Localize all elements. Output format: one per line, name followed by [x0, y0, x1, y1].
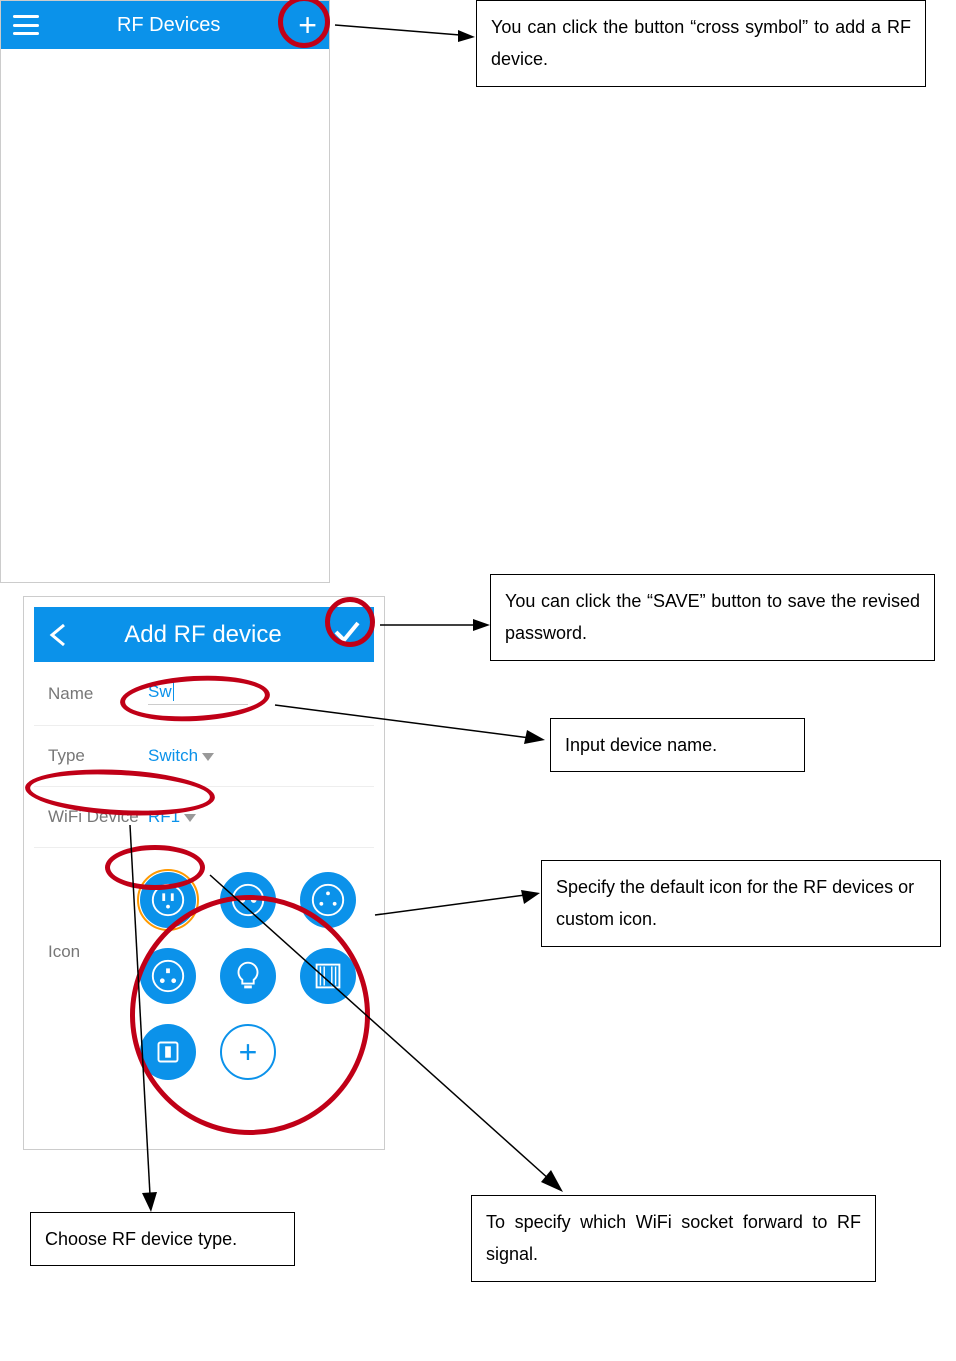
label-type: Type [48, 746, 148, 766]
callout-add-button: You can click the button “cross symbol” … [476, 0, 926, 87]
arrow [375, 615, 495, 635]
callout-name-input: Input device name. [550, 718, 805, 772]
callout-save-button: You can click the “SAVE” button to save … [490, 574, 935, 661]
label-icon: Icon [48, 942, 120, 1080]
back-icon[interactable] [46, 621, 74, 649]
screen-title: Add RF device [124, 621, 281, 649]
header-bar: Add RF device [34, 607, 374, 662]
menu-icon[interactable] [13, 15, 39, 35]
chevron-down-icon [184, 814, 196, 822]
screen-title: RF Devices [117, 14, 220, 37]
annotation-circle [325, 597, 375, 647]
callout-type-pick: Choose RF device type. [30, 1212, 295, 1266]
annotation-circle [130, 895, 370, 1135]
chevron-down-icon [202, 753, 214, 761]
arrow [330, 20, 480, 40]
screen-rf-devices: RF Devices + [0, 0, 330, 583]
callout-icon-pick: Specify the default icon for the RF devi… [541, 860, 941, 947]
callout-wifi-pick: To specify which WiFi socket forward to … [471, 1195, 876, 1282]
arrow [370, 890, 545, 920]
annotation-circle [105, 845, 205, 890]
type-select[interactable]: Switch [148, 746, 214, 766]
